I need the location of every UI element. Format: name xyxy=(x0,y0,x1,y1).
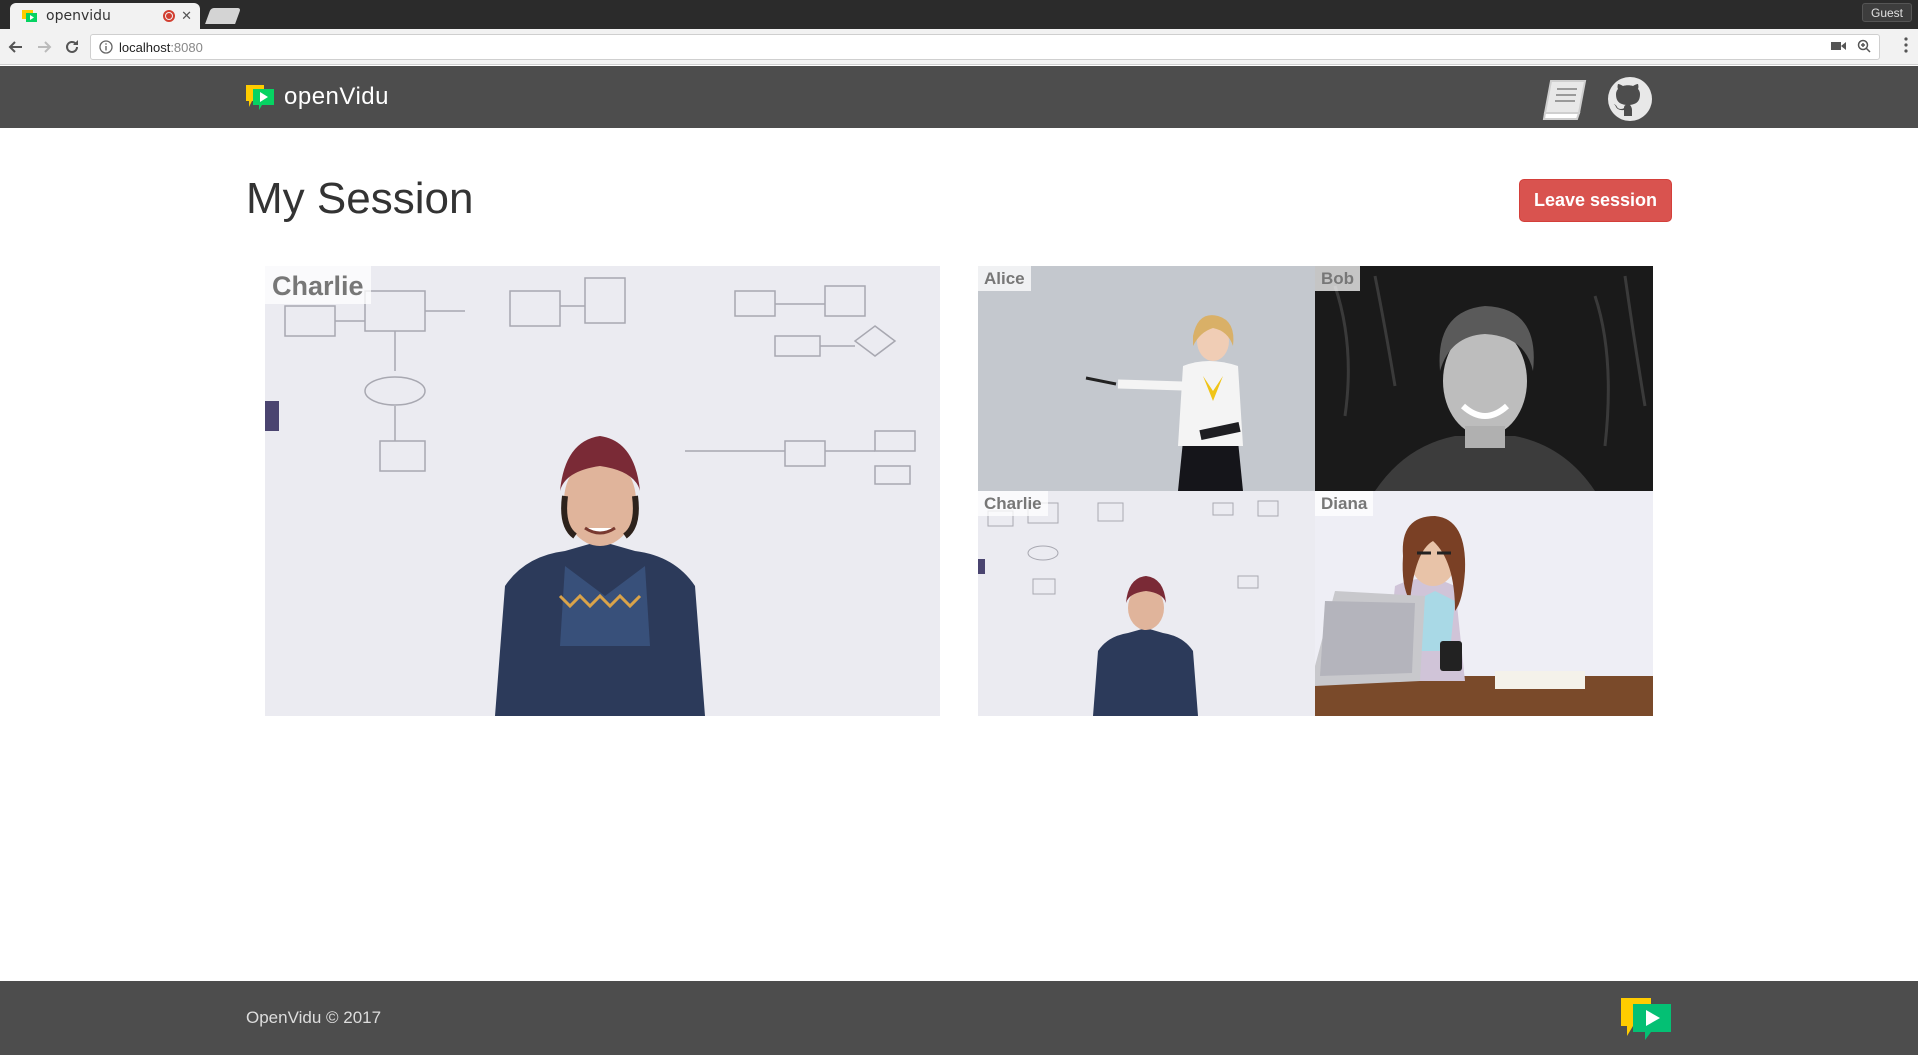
book-icon[interactable] xyxy=(1541,77,1589,121)
video-stream-charlie xyxy=(978,491,1315,716)
forward-arrow-icon xyxy=(38,41,52,53)
close-tab-icon[interactable]: ✕ xyxy=(181,8,192,24)
video-stream-bob xyxy=(1315,266,1653,491)
reload-button[interactable] xyxy=(60,35,84,59)
app-navbar: openVidu xyxy=(0,66,1918,128)
url-port: :8080 xyxy=(170,39,203,55)
address-bar[interactable]: localhost:8080 xyxy=(90,34,1880,60)
participant-tile-diana[interactable]: Diana xyxy=(1315,491,1653,716)
camera-icon[interactable] xyxy=(1831,40,1847,52)
leave-session-button[interactable]: Leave session xyxy=(1519,179,1672,222)
recording-indicator-icon xyxy=(163,10,176,22)
video-stream-alice xyxy=(978,266,1315,491)
forward-button[interactable] xyxy=(32,35,56,59)
participant-tile-charlie[interactable]: Charlie xyxy=(978,491,1315,716)
participant-name-tag: Bob xyxy=(1315,266,1361,291)
participant-tile-alice[interactable]: Alice xyxy=(978,266,1315,491)
footer-openvidu-logo-icon xyxy=(1621,998,1671,1040)
footer-copyright: OpenVidu © 2017 xyxy=(246,1008,382,1027)
browser-tab[interactable]: openvidu ✕ xyxy=(10,3,200,29)
openvidu-logo-icon xyxy=(246,85,274,110)
back-button[interactable] xyxy=(4,35,28,59)
footer: OpenVidu © 2017 xyxy=(0,981,1918,1055)
guest-profile-button[interactable]: Guest xyxy=(1861,3,1912,22)
participants-grid: Alice Bob Charlie Diana xyxy=(978,266,1653,716)
tab-title: openvidu xyxy=(46,8,111,24)
brand-link[interactable]: openVidu xyxy=(246,83,389,111)
participant-name-tag: Alice xyxy=(978,266,1031,291)
reload-icon xyxy=(66,40,78,53)
info-icon[interactable] xyxy=(99,40,113,54)
browser-toolbar: localhost:8080 xyxy=(0,29,1918,65)
url-host: localhost xyxy=(119,39,171,55)
new-tab-button[interactable] xyxy=(205,8,241,24)
participant-name-tag: Charlie xyxy=(978,491,1048,516)
video-stream-diana xyxy=(1315,491,1653,716)
session-title: My Session xyxy=(246,174,474,223)
browser-menu-button[interactable] xyxy=(1904,37,1908,58)
more-vertical-icon xyxy=(1904,37,1908,53)
github-icon[interactable] xyxy=(1607,76,1653,122)
participant-tile-bob[interactable]: Bob xyxy=(1315,266,1653,491)
main-video-name-tag: Charlie xyxy=(265,266,371,304)
zoom-icon[interactable] xyxy=(1857,39,1871,53)
brand-text: openVidu xyxy=(284,83,389,110)
browser-tab-bar: openvidu ✕ Guest xyxy=(0,0,1918,29)
back-arrow-icon xyxy=(8,41,22,53)
participant-name-tag: Diana xyxy=(1315,491,1374,516)
main-video[interactable]: Charlie xyxy=(265,266,940,716)
video-stream-charlie-main xyxy=(265,266,940,716)
openvidu-favicon-icon xyxy=(22,10,37,22)
